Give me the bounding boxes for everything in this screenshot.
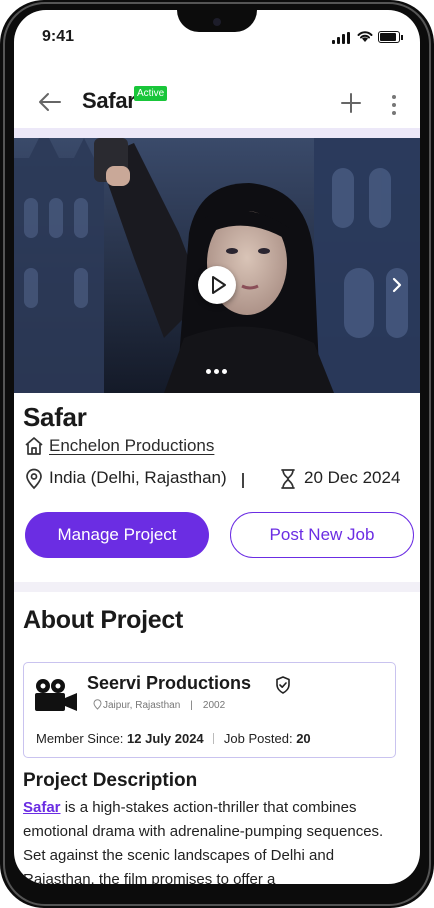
verified-shield-icon <box>276 676 290 694</box>
project-description: Safar is a high-stakes action-thriller t… <box>23 796 393 884</box>
project-name: Safar <box>23 402 87 432</box>
play-button[interactable] <box>198 266 236 304</box>
location-pin-icon <box>26 468 42 490</box>
company-stats: Member Since: 12 July 2024 Job Posted: 2… <box>36 731 311 746</box>
status-time: 9:41 <box>42 28 75 45</box>
screen: 9:41 Safar Active Safar Enchelon Product… <box>14 10 420 884</box>
battery-icon <box>378 31 403 43</box>
status-bar: 9:41 <box>14 10 420 62</box>
carousel-indicator <box>206 369 230 375</box>
location-pin-icon <box>93 699 102 710</box>
hourglass-icon <box>281 469 295 489</box>
company-name: Seervi Productions <box>87 673 252 693</box>
stats-separator <box>213 733 215 744</box>
jobs-posted-value: 20 <box>296 731 311 746</box>
project-location: India (Delhi, Rajasthan) <box>49 468 227 487</box>
signal-icon <box>332 32 350 44</box>
company-year: 2002 <box>202 700 226 711</box>
plus-icon[interactable] <box>340 92 362 114</box>
video-camera-icon <box>35 679 77 711</box>
company-link[interactable]: Enchelon Productions <box>49 436 214 456</box>
project-description-heading: Project Description <box>23 770 198 791</box>
company-meta: Jaipur, Rajasthan | 2002 <box>93 699 225 711</box>
manage-project-button[interactable]: Manage Project <box>25 512 209 558</box>
location-date-row: India (Delhi, Rajasthan) 20 Dec 2024 <box>24 468 414 492</box>
page-title: Safar <box>82 88 136 113</box>
home-icon <box>25 437 43 455</box>
meta-separator: | <box>190 700 193 711</box>
description-text: is a high-stakes action-thriller that co… <box>23 799 384 884</box>
hero-media[interactable] <box>14 138 420 393</box>
header-divider <box>14 128 420 138</box>
project-link[interactable]: Safar <box>23 799 61 816</box>
back-button[interactable] <box>36 88 64 116</box>
jobs-posted-label: Job Posted: <box>223 731 293 746</box>
member-since-value: 12 July 2024 <box>127 731 204 746</box>
status-badge: Active <box>134 86 168 101</box>
wifi-icon <box>357 31 373 42</box>
company-location: Jaipur, Rajasthan <box>103 700 181 711</box>
divider <box>242 473 244 488</box>
chevron-right-icon[interactable] <box>390 277 404 293</box>
company-card[interactable]: Seervi Productions Jaipur, Rajasthan | 200… <box>23 662 396 758</box>
section-divider <box>14 582 420 592</box>
phone-frame: 9:41 Safar Active Safar Enchelon Product… <box>0 0 434 908</box>
member-since-label: Member Since: <box>36 731 124 746</box>
about-project-heading: About Project <box>23 606 183 634</box>
play-icon <box>212 276 226 294</box>
top-app-bar: Safar Active <box>14 66 420 136</box>
post-new-job-button[interactable]: Post New Job <box>230 512 414 558</box>
project-date: 20 Dec 2024 <box>304 468 401 487</box>
more-vertical-icon[interactable] <box>388 94 400 116</box>
